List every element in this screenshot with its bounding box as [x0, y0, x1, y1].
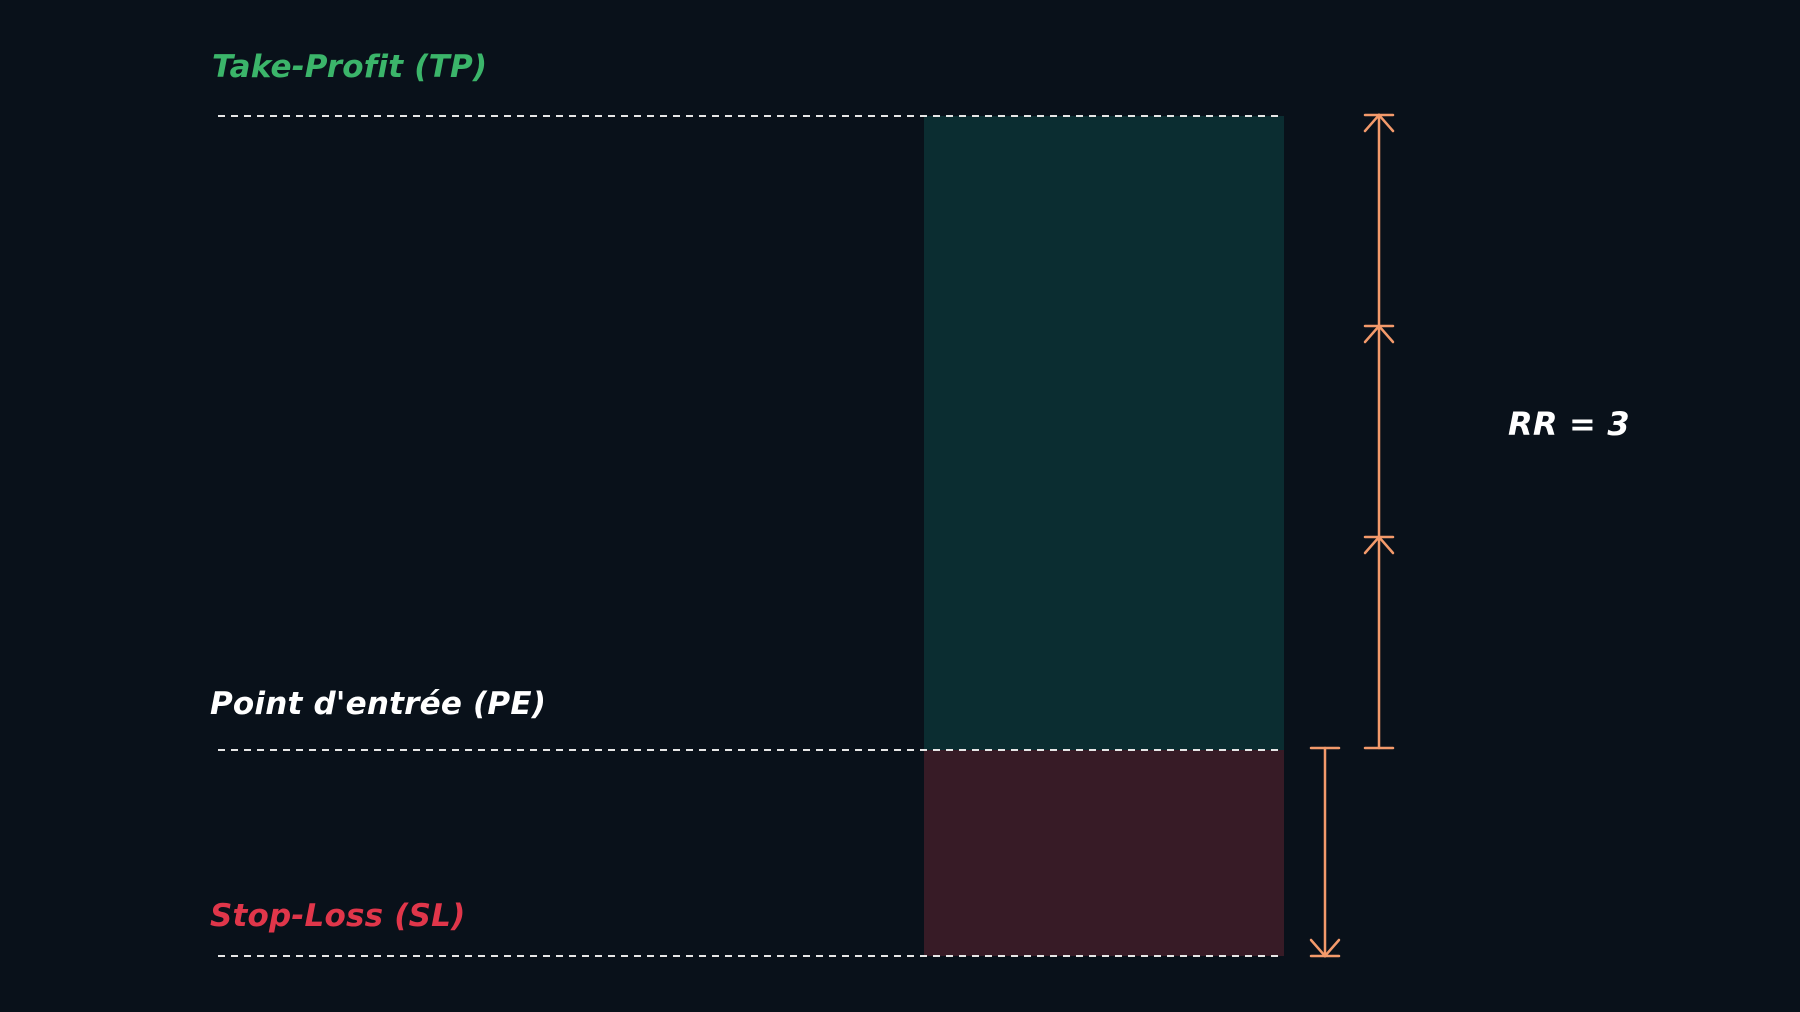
rr-diagram-canvas: [218, 113, 1395, 958]
reward-arrow-group: [1363, 113, 1395, 750]
take-profit-label: Take-Profit (TP): [212, 49, 488, 85]
risk-zone: [924, 750, 1284, 956]
entry-point-label: Point d'entrée (PE): [210, 686, 547, 722]
stop-loss-label: Stop-Loss (SL): [210, 898, 466, 934]
rr-diagram: Take-Profit (TP) Point d'entrée (PE) Sto…: [0, 0, 1800, 1012]
risk-reward-label: RR = 3: [1508, 405, 1630, 443]
reward-zone: [924, 116, 1284, 750]
risk-arrow-group: [1309, 746, 1341, 958]
